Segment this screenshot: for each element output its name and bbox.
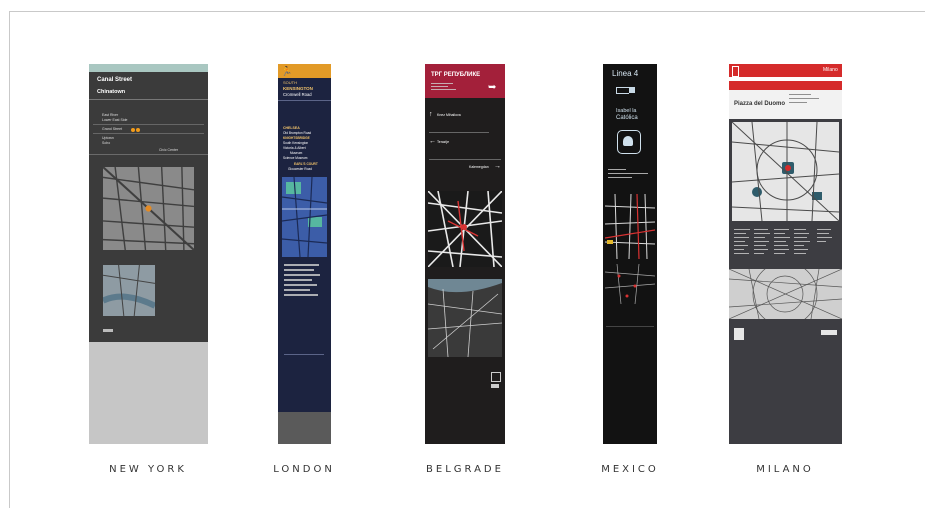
arrow-right-icon: → xyxy=(494,163,501,170)
walk-icon: ➥ xyxy=(488,82,497,93)
london-area: KENSINGTON xyxy=(283,86,313,91)
frame-left-line xyxy=(9,11,10,508)
caption-new-york: NEW YORK xyxy=(109,464,187,475)
london-earls-sub: Gloucester Road xyxy=(288,167,312,171)
belgrade-divider xyxy=(429,132,489,133)
ny-civic: Civic Center xyxy=(159,148,179,152)
milano-place: Piazza del Duomo xyxy=(734,101,786,107)
london-museums-d: Science Museum xyxy=(283,156,308,160)
mexico-overview-map xyxy=(605,264,655,304)
london-earls: EARL'S COURT xyxy=(294,162,318,166)
walk-icon: 🏃 xyxy=(281,66,293,76)
caption-mexico: MEXICO xyxy=(601,464,659,475)
london-chelsea: CHELSEA xyxy=(283,126,300,130)
caption-milano: MILANO xyxy=(756,464,814,475)
belgrade-overview-map xyxy=(428,279,502,357)
milano-emblem xyxy=(732,66,739,77)
belgrade-sub1: Knez Mihailova xyxy=(437,113,461,117)
belgrade-title: ТРГ РЕПУБЛИКЕ xyxy=(431,72,481,78)
mexico-station-icon-glyph xyxy=(623,136,633,146)
milano-overview-map xyxy=(729,269,842,319)
ny-foot xyxy=(89,342,208,444)
belgrade-sub2: Terazije xyxy=(437,140,450,144)
belgrade-map xyxy=(428,191,502,267)
ny-divider-4 xyxy=(89,154,208,155)
ny-map xyxy=(103,167,194,250)
ny-dir3b: Soho xyxy=(102,141,111,145)
milano-listing-col-3 xyxy=(774,229,792,257)
belgrade-footer-icon xyxy=(491,372,501,382)
ny-logo xyxy=(103,329,113,332)
milano-map xyxy=(732,122,839,221)
london-area-top: SOUTH xyxy=(283,80,297,85)
london-museums-a: South Kensington xyxy=(283,141,309,145)
ny-divider-2 xyxy=(93,124,204,125)
belgrade-title-sub xyxy=(431,83,461,93)
belgrade-footer-logo xyxy=(491,384,499,388)
mexico-line-bar xyxy=(629,87,635,93)
mexico-line-graphic xyxy=(616,87,629,94)
sign-mexico: Linea 4 Isabel la Católica xyxy=(603,64,657,444)
milano-footer-badges xyxy=(821,330,837,335)
mexico-station-a: Isabel la xyxy=(616,108,637,114)
ny-subway-badge xyxy=(131,128,135,132)
london-listings xyxy=(284,264,324,299)
ny-street: Canal Street xyxy=(97,77,133,83)
arrow-left-icon: ← xyxy=(429,138,436,145)
london-map xyxy=(282,177,327,257)
ny-dir3a: Uptown xyxy=(102,136,114,140)
caption-belgrade: BELGRADE xyxy=(426,464,504,475)
sign-new-york: Canal Street Chinatown East River Lower … xyxy=(89,64,208,444)
mexico-map xyxy=(605,194,655,259)
ny-area: Chinatown xyxy=(97,89,126,95)
sign-london: 🏃 SOUTH KENSINGTON Cromwell Road CHELSEA… xyxy=(278,64,331,444)
milano-title-info xyxy=(789,94,837,106)
london-museums-c: Museum xyxy=(290,151,303,155)
belgrade-sub3: Kalemegdan xyxy=(469,165,489,169)
ny-divider-3 xyxy=(93,133,204,134)
london-footer-icons xyxy=(284,354,324,359)
milano-red-band xyxy=(729,81,842,90)
mexico-station-b: Católica xyxy=(616,115,638,121)
ny-top-band xyxy=(89,64,208,72)
ny-dir1a: East River xyxy=(102,113,119,117)
london-knights: KNIGHTSBRIDGE xyxy=(283,136,310,140)
sign-milano: Milano Piazza del Duomo xyxy=(729,64,842,444)
frame-top-line xyxy=(9,11,925,12)
belgrade-divider-2 xyxy=(429,159,501,160)
mexico-line: Linea 4 xyxy=(612,69,639,78)
london-museums-b: Victoria & Albert xyxy=(283,146,306,150)
milano-listing-col-2 xyxy=(754,229,772,257)
london-plinth xyxy=(278,412,331,444)
sign-belgrade: ТРГ РЕПУБЛИКЕ ➥ ↑ Knez Mihailova ← Teraz… xyxy=(425,64,505,444)
milano-listing-col-5 xyxy=(817,229,835,245)
london-road: Cromwell Road xyxy=(283,92,312,97)
caption-london: LONDON xyxy=(273,464,335,475)
ny-inset-map xyxy=(103,265,155,316)
mexico-text-lines xyxy=(608,169,654,181)
ny-subway-badge-2 xyxy=(136,128,140,132)
arrow-up-icon: ↑ xyxy=(429,111,433,118)
milano-listing-col-1 xyxy=(734,229,752,257)
london-chelsea-sub: Old Brompton Road xyxy=(283,131,312,135)
milano-footer-logo xyxy=(734,328,744,340)
ny-divider xyxy=(89,99,208,100)
milano-brand: Milano xyxy=(823,67,838,73)
mexico-divider xyxy=(606,326,654,327)
london-divider xyxy=(278,100,331,101)
ny-dir2: Grand Street xyxy=(102,127,123,131)
milano-listing-col-4 xyxy=(794,229,812,257)
ny-dir1b: Lower East Side xyxy=(102,118,128,122)
